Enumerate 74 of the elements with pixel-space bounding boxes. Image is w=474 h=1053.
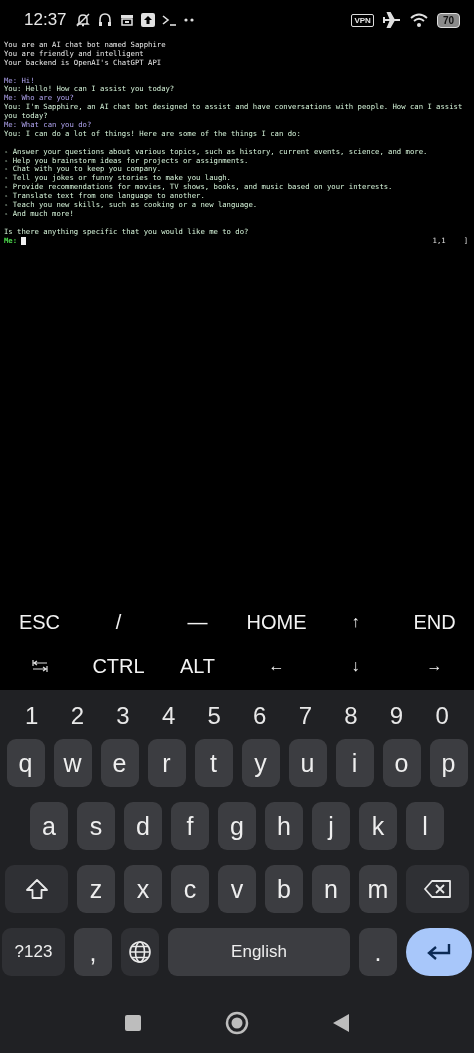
extra-key[interactable]: —	[158, 604, 237, 640]
extra-key[interactable]: ←	[237, 648, 316, 684]
extra-key[interactable]: →	[395, 648, 474, 684]
letter-key[interactable]: g	[218, 802, 256, 850]
language-key[interactable]	[121, 928, 159, 976]
number-key[interactable]: 4	[145, 702, 192, 730]
letter-key[interactable]: f	[171, 802, 209, 850]
letter-key[interactable]: p	[429, 739, 468, 787]
more-icon	[182, 17, 195, 23]
text-cursor	[21, 237, 27, 246]
letter-key[interactable]: o	[382, 739, 421, 787]
space-bar[interactable]: English	[168, 928, 350, 976]
letter-key[interactable]: t	[194, 739, 233, 787]
vpn-badge: VPN	[351, 13, 374, 27]
letter-key[interactable]: y	[241, 739, 280, 787]
number-key[interactable]: 2	[54, 702, 101, 730]
extra-key[interactable]: CTRL	[79, 648, 158, 684]
letter-key[interactable]: s	[77, 802, 115, 850]
number-key[interactable]: 0	[419, 702, 465, 730]
home-icon[interactable]	[225, 1010, 249, 1035]
clock: 12:37	[24, 10, 67, 30]
number-key[interactable]: 3	[100, 702, 146, 730]
letter-key[interactable]: ,	[74, 928, 112, 976]
extra-key[interactable]: ESC	[0, 604, 79, 640]
enter-icon	[426, 943, 452, 961]
wifi-icon	[409, 12, 428, 28]
recents-icon[interactable]	[125, 1014, 141, 1031]
letter-key[interactable]: .	[359, 928, 397, 976]
letter-key[interactable]: z	[77, 865, 115, 913]
upload-icon	[140, 13, 155, 27]
letter-key[interactable]: u	[288, 739, 327, 787]
letter-key[interactable]: n	[312, 865, 350, 913]
tab-key-icon[interactable]	[31, 660, 48, 672]
extra-key[interactable]: END	[395, 604, 474, 640]
letter-key[interactable]: x	[124, 865, 162, 913]
number-key[interactable]: 5	[191, 702, 237, 730]
backspace-icon	[423, 879, 452, 899]
letter-key[interactable]: l	[406, 802, 444, 850]
letter-key[interactable]: w	[53, 739, 92, 787]
number-key[interactable]: 7	[282, 702, 329, 730]
battery-level: 70	[442, 14, 454, 26]
letter-key[interactable]: c	[171, 865, 209, 913]
extra-key[interactable]: ALT	[158, 648, 237, 684]
extra-key[interactable]: /	[79, 604, 158, 640]
shift-icon	[24, 878, 49, 900]
letter-key[interactable]: j	[312, 802, 350, 850]
letter-key[interactable]: b	[265, 865, 303, 913]
headphones-icon	[96, 12, 113, 28]
letter-key[interactable]: q	[6, 739, 45, 787]
letter-key[interactable]: e	[100, 739, 139, 787]
letter-key[interactable]: d	[124, 802, 162, 850]
letter-key[interactable]: a	[30, 802, 68, 850]
extra-key[interactable]: HOME	[237, 604, 316, 640]
extra-key[interactable]: ↓	[316, 648, 395, 684]
letter-key[interactable]: k	[359, 802, 397, 850]
enter-key[interactable]	[406, 928, 472, 976]
backspace-key[interactable]	[406, 865, 469, 913]
airplane-icon	[382, 12, 401, 28]
letter-key[interactable]: m	[359, 865, 397, 913]
symbols-key[interactable]: ?123	[2, 928, 65, 976]
back-icon[interactable]	[333, 1013, 349, 1032]
letter-key[interactable]: r	[147, 739, 186, 787]
muted-bell-icon	[74, 12, 91, 28]
number-key[interactable]: 1	[9, 702, 55, 730]
terminal-icon	[160, 13, 177, 27]
number-key[interactable]: 8	[328, 702, 374, 730]
globe-icon	[128, 940, 152, 964]
letter-key[interactable]: h	[265, 802, 303, 850]
letter-key[interactable]: i	[335, 739, 374, 787]
extra-key[interactable]: ↑	[316, 604, 395, 640]
shift-key[interactable]	[5, 865, 68, 913]
letter-key[interactable]: v	[218, 865, 256, 913]
number-key[interactable]: 9	[373, 702, 420, 730]
number-key[interactable]: 6	[236, 702, 283, 730]
